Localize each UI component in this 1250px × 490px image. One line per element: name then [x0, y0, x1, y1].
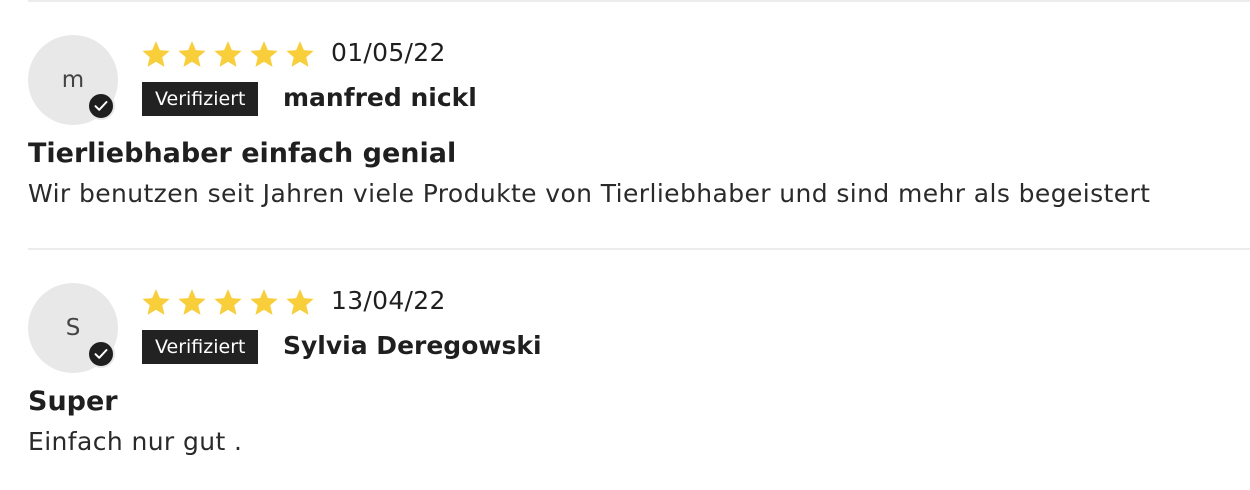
star-icon: [212, 287, 244, 319]
review-body: Wir benutzen seit Jahren viele Produkte …: [28, 179, 1151, 208]
star-icon: [176, 287, 208, 319]
review-title: Super: [28, 386, 118, 417]
divider: [28, 248, 1250, 250]
star-rating: [140, 287, 316, 319]
review-title: Tierliebhaber einfach genial: [28, 138, 457, 169]
review-date: 13/04/22: [331, 286, 446, 315]
star-icon: [248, 39, 280, 71]
star-icon: [176, 39, 208, 71]
verified-badge: Verifiziert: [142, 330, 259, 364]
star-icon: [248, 287, 280, 319]
star-icon: [140, 39, 172, 71]
star-icon: [284, 287, 316, 319]
divider: [28, 0, 1250, 2]
reviews-list: m 01/05/22 Verifiziert manfred nickl Tie…: [0, 0, 1250, 490]
avatar: m: [28, 35, 118, 125]
verified-check-icon: [87, 92, 115, 120]
star-rating: [140, 39, 316, 71]
star-icon: [284, 39, 316, 71]
author-name: manfred nickl: [283, 83, 477, 112]
review-body: Einfach nur gut .: [28, 427, 243, 456]
review-date: 01/05/22: [331, 38, 446, 67]
avatar: S: [28, 283, 118, 373]
verified-badge: Verifiziert: [142, 82, 259, 116]
verified-check-icon: [87, 340, 115, 368]
author-name: Sylvia Deregowski: [283, 331, 542, 360]
star-icon: [140, 287, 172, 319]
star-icon: [212, 39, 244, 71]
